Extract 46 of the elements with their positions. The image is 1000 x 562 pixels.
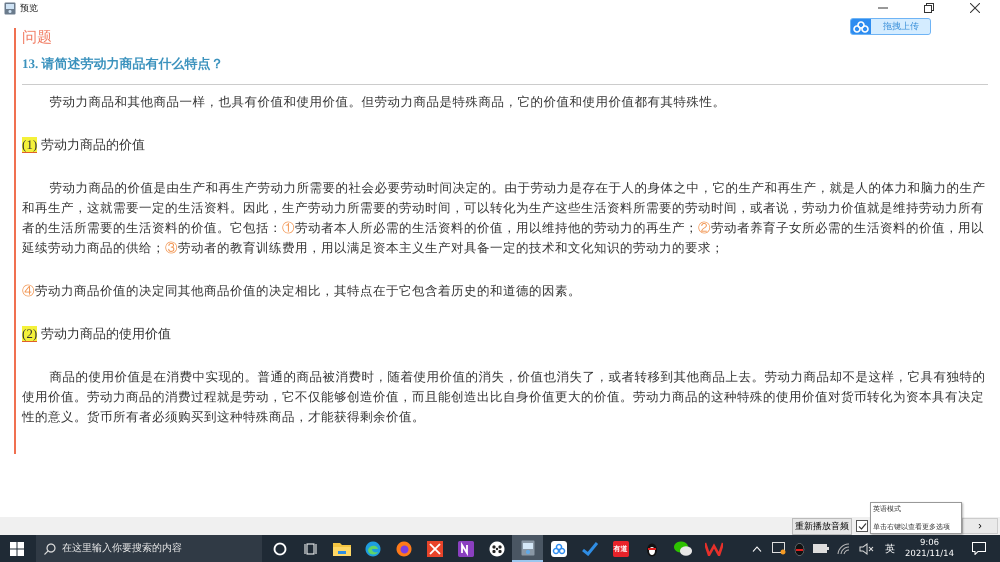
input-method-indicator[interactable]: 英 [885,542,895,556]
paragraph: 劳动力商品和其他商品一样，也具有价值和使用价值。但劳动力商品是特殊商品，它的价值和使用价值都有其特殊性。 [48,94,727,111]
restore-icon[interactable] [924,3,934,13]
chat-bubbles-icon [674,541,692,556]
battery-icon[interactable] [813,544,829,553]
dots-icon [488,540,504,556]
penguin-icon [644,540,658,556]
checkbox[interactable] [856,520,868,532]
checkmark-icon [582,542,598,556]
paragraph: 商品的使用价值是在消费中实现的。普通的商品被消费时，随着使用价值的消失，价值也消失了，或者转移到其他商品上去。劳动力商品却不是这样，它具有独特的使用价值。劳动力商品的消费过程就是劳动，它不仅能够创造价值，而且能创造出比自身价值更大的价值。劳动力商品的这种特殊的使用价值对货币转化为资本具有决定性的意义。货币所有者必须购买到这种特殊商品，才能获得剩余价值。 [22,369,987,426]
paragraph: 劳动力商品的价值是由生产和再生产劳动力所需要的社会必要劳动时间决定的。由于劳动力是存在于人的身体之中，它的生产和再生产，就是人的体力和脑力的生产和再生产，这就需要一定的生活资料。因此，生产劳动力所需要的劳动时间，可以转化为生产这些生活资料所需要的劳动时间，或者说，劳动力价值就是维持劳动力所有者的生活所需要的生活资料的价值。它包括：①劳动者本人所必需的生活资料的价值，用以维持他的劳动力的再生产；②劳动者养育子女所必需的生活资料的价值，用以延续劳动力商品的供给；③劳动者的教育训练费用，用以满足资本主义生产对具备一定的技术和文化知识的劳动力的要求； [22,180,987,257]
clock-time: 9:06 [920,538,940,548]
subheading: 劳动力商品的使用价值 [41,325,172,343]
replay-audio-button[interactable]: 重新播放音频 [792,518,852,534]
folder-icon [332,542,350,556]
window-title: 预览 [20,2,38,14]
app-icon [520,540,534,556]
cloud-icon [853,20,869,32]
caret-icon[interactable] [752,546,762,552]
edge-icon [364,540,380,556]
search-field[interactable]: 在这里输入你要搜索的内容 [36,535,262,562]
notebook-icon [458,540,474,556]
penguin-icon[interactable] [794,542,805,556]
question-title: 13. 请简述劳动力商品有什么特点？ [22,55,224,73]
subheading: 劳动力商品的价值 [41,136,146,154]
heading-number: (2) [22,326,38,342]
clock[interactable]: 9:06 2021/11/14 [905,538,954,560]
paragraph: ④劳动力商品价值的决定同其他商品价值的决定相比，其特点在于它包含着历史的和道德的因素。 [22,283,582,300]
taskbar-app[interactable] [512,535,543,562]
heading-number: (1) [22,137,38,153]
wifi-icon[interactable] [837,542,851,554]
cloud-icon [550,540,566,556]
windows-start-icon[interactable] [10,542,24,556]
app-icon [4,2,16,14]
circle-icon [272,542,286,556]
clock-date: 2021/11/14 [905,548,954,560]
firefox-icon [396,540,412,556]
section-label: 问题 [22,29,53,48]
next-button[interactable]: › [962,518,998,534]
muted-speaker-icon[interactable] [859,542,875,554]
close-icon[interactable] [970,3,980,13]
task-view-icon [304,542,318,554]
notification-icon[interactable] [972,542,986,555]
w-logo-icon [704,542,722,556]
monitor-icon[interactable] [772,542,786,555]
x-app-icon [426,540,442,556]
